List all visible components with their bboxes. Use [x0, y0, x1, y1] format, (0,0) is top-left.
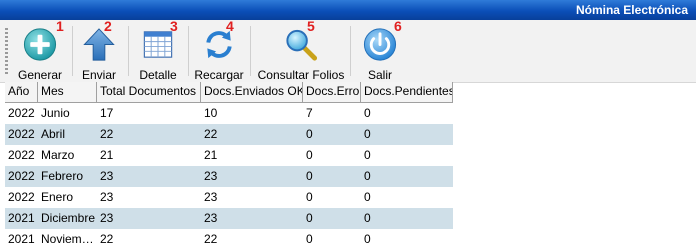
cell-docs-error: 0: [306, 211, 313, 225]
badge-3: 3: [170, 18, 178, 34]
cell-mes: Enero: [41, 190, 74, 204]
cell-docs-pendientes: 0: [364, 169, 371, 183]
toolbar-separator: [128, 26, 129, 76]
table-row[interactable]: 2022 Marzo 21 21 0 0: [5, 145, 453, 166]
cell-docs-error: 0: [306, 127, 313, 141]
grid-header: Año Mes Total Documentos Docs.Enviados O…: [5, 82, 453, 103]
title-bar: Nómina Electrónica: [0, 0, 696, 20]
column-header-total-documentos[interactable]: Total Documentos: [97, 82, 201, 102]
cell-mes: Noviem…: [41, 232, 94, 246]
up-arrow-icon: [83, 28, 115, 61]
column-header-docs-pendientes[interactable]: Docs.Pendientes: [361, 82, 453, 102]
toolbar: Generar 1 Enviar 2 Detalle 3 Recargar 4 …: [0, 18, 696, 83]
recargar-label: Recargar: [194, 68, 244, 82]
cell-total-documentos: 23: [100, 211, 114, 225]
cell-mes: Marzo: [41, 148, 75, 162]
cell-ano: 2022: [8, 148, 35, 162]
table-row[interactable]: 2022 Enero 23 23 0 0: [5, 187, 453, 208]
salir-label: Salir: [367, 68, 392, 82]
cell-total-documentos: 23: [100, 169, 114, 183]
cell-ano: 2022: [8, 190, 35, 204]
window-title: Nómina Electrónica: [575, 3, 688, 17]
cell-mes: Diciembre: [41, 211, 96, 225]
table-row[interactable]: 2022 Febrero 23 23 0 0: [5, 166, 453, 187]
enviar-label: Enviar: [81, 68, 116, 82]
cell-docs-error: 0: [306, 232, 313, 246]
cell-docs-error: 7: [306, 106, 313, 120]
cell-docs-pendientes: 0: [364, 232, 371, 246]
badge-2: 2: [104, 18, 112, 34]
column-header-mes[interactable]: Mes: [38, 82, 97, 102]
cell-docs-error: 0: [306, 148, 313, 162]
consultar-folios-button[interactable]: Consultar Folios 5: [256, 18, 346, 82]
cell-total-documentos: 23: [100, 190, 114, 204]
badge-4: 4: [226, 18, 234, 34]
consultar-folios-label: Consultar Folios: [257, 68, 345, 82]
cell-total-documentos: 22: [100, 127, 114, 141]
salir-button[interactable]: Salir 6: [360, 18, 402, 82]
cell-mes: Abril: [41, 127, 66, 141]
column-header-ano[interactable]: Año: [5, 82, 38, 102]
recargar-button[interactable]: Recargar 4: [193, 18, 245, 82]
toolbar-separator: [188, 26, 189, 76]
toolbar-grip[interactable]: [5, 28, 8, 74]
generar-button[interactable]: Generar 1: [14, 18, 66, 82]
cell-total-documentos: 22: [100, 232, 114, 246]
cell-docs-pendientes: 0: [364, 127, 371, 141]
cell-ano: 2021: [8, 211, 35, 225]
plus-circle-icon: [23, 28, 57, 61]
cell-docs-enviados-ok: 23: [204, 190, 218, 204]
cell-docs-pendientes: 0: [364, 190, 371, 204]
cell-mes: Febrero: [41, 169, 84, 183]
cell-docs-error: 0: [306, 190, 313, 204]
toolbar-separator: [350, 26, 351, 76]
cell-ano: 2021: [8, 232, 35, 246]
cell-docs-pendientes: 0: [364, 211, 371, 225]
badge-1: 1: [56, 18, 64, 34]
cell-ano: 2022: [8, 169, 35, 183]
cell-docs-enviados-ok: 22: [204, 127, 218, 141]
table-row[interactable]: 2021 Diciembre 23 23 0 0: [5, 208, 453, 229]
generar-label: Generar: [17, 68, 63, 82]
cell-ano: 2022: [8, 106, 35, 120]
column-header-docs-enviados-ok[interactable]: Docs.Enviados OK: [201, 82, 303, 102]
enviar-button[interactable]: Enviar 2: [78, 18, 120, 82]
table-row[interactable]: 2021 Noviem… 22 22 0 0: [5, 229, 453, 250]
cell-docs-error: 0: [306, 169, 313, 183]
cell-docs-pendientes: 0: [364, 106, 371, 120]
cell-docs-pendientes: 0: [364, 148, 371, 162]
cell-docs-enviados-ok: 23: [204, 169, 218, 183]
cell-docs-enviados-ok: 10: [204, 106, 218, 120]
detalle-label: Detalle: [139, 68, 177, 82]
cell-docs-enviados-ok: 21: [204, 148, 218, 162]
column-header-docs-error[interactable]: Docs.Error: [303, 82, 361, 102]
cell-docs-enviados-ok: 23: [204, 211, 218, 225]
badge-5: 5: [307, 18, 315, 34]
table-row[interactable]: 2022 Junio 17 10 7 0: [5, 103, 453, 124]
cell-ano: 2022: [8, 127, 35, 141]
cell-total-documentos: 17: [100, 106, 114, 120]
toolbar-separator: [250, 26, 251, 76]
cell-mes: Junio: [41, 106, 70, 120]
badge-6: 6: [394, 18, 402, 34]
toolbar-separator: [72, 26, 73, 76]
cell-total-documentos: 21: [100, 148, 114, 162]
cell-docs-enviados-ok: 22: [204, 232, 218, 246]
detalle-button[interactable]: Detalle 3: [134, 18, 182, 82]
table-row[interactable]: 2022 Abril 22 22 0 0: [5, 124, 453, 145]
